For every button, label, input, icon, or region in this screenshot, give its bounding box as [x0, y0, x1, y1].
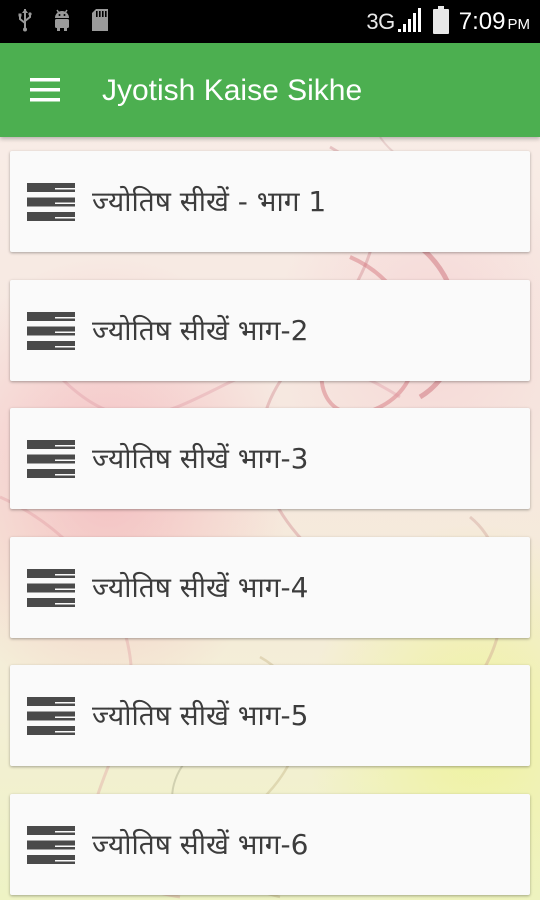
sd-card-icon: [92, 9, 108, 35]
list-lines-icon: [27, 697, 75, 735]
signal-icon: [397, 7, 421, 37]
list-lines-icon: [27, 440, 75, 478]
list-item-label: ज्योतिष सीखें - भाग 1: [92, 185, 327, 218]
status-right-icons: 3G 7:09 PM: [366, 6, 530, 38]
list-item-label: ज्योतिष सीखें भाग-4: [92, 571, 309, 604]
app-title: Jyotish Kaise Sikhe: [102, 74, 363, 107]
list-lines-icon: [27, 569, 75, 607]
list-item-label: ज्योतिष सीखें भाग-5: [92, 699, 309, 732]
list-item-label: ज्योतिष सीखें भाग-2: [92, 314, 309, 347]
list-lines-icon: [27, 183, 75, 221]
status-left-icons: [18, 9, 108, 35]
usb-icon: [18, 8, 32, 36]
status-time: 7:09: [458, 8, 506, 35]
status-bar: 3G 7:09 PM: [0, 0, 540, 43]
list-lines-icon: [27, 826, 75, 864]
app-toolbar: Jyotish Kaise Sikhe: [0, 43, 540, 137]
clock: 7:09 PM: [459, 8, 530, 36]
network-type: 3G: [366, 9, 395, 34]
navigation-drawer-button[interactable]: [26, 70, 68, 110]
status-ampm: PM: [507, 16, 531, 33]
list-item-label: ज्योतिष सीखें भाग-3: [92, 442, 309, 475]
list-item[interactable]: ज्योतिष सीखें भाग-4: [10, 537, 530, 638]
list-lines-icon: [27, 312, 75, 350]
list-item[interactable]: ज्योतिष सीखें भाग-6: [10, 794, 530, 895]
android-debug-icon: [52, 9, 72, 35]
hamburger-menu-icon[interactable]: [26, 70, 68, 110]
list-item[interactable]: ज्योतिष सीखें भाग-3: [10, 408, 530, 509]
battery-icon: [432, 6, 449, 38]
list-item[interactable]: ज्योतिष सीखें भाग-2: [10, 280, 530, 381]
list-item[interactable]: ज्योतिष सीखें भाग-5: [10, 665, 530, 766]
list-item-label: ज्योतिष सीखें भाग-6: [92, 828, 309, 861]
list-item[interactable]: ज्योतिष सीखें - भाग 1: [10, 151, 530, 252]
